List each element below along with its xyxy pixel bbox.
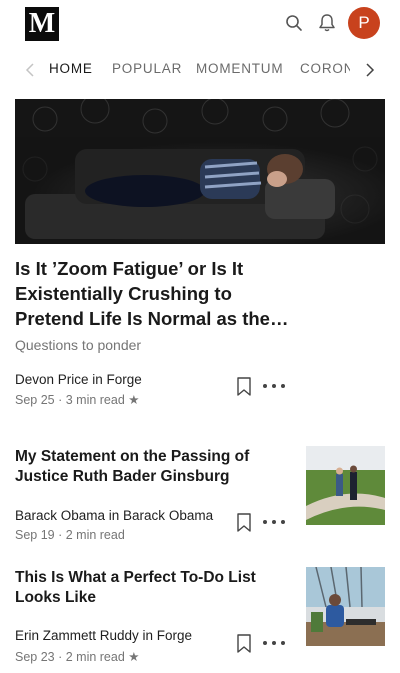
more-options-icon[interactable] (263, 382, 285, 390)
avatar[interactable]: P (348, 7, 380, 39)
featured-title[interactable]: Is It ’Zoom Fatigue’ or Is It Existentia… (15, 256, 305, 331)
post-meta: Sep 23 · 2 min read ★ (15, 650, 140, 664)
featured-meta: Sep 25 · 3 min read ★ (15, 393, 140, 407)
more-options-icon[interactable] (263, 518, 285, 526)
bookmark-icon[interactable] (236, 513, 252, 533)
post-title[interactable]: My Statement on the Passing of Justice R… (15, 447, 275, 487)
top-bar: M P (0, 0, 400, 48)
featured-author[interactable]: Devon Price in Forge (15, 372, 142, 387)
more-options-icon[interactable] (263, 639, 285, 647)
post-author[interactable]: Barack Obama in Barack Obama (15, 508, 213, 523)
bell-icon[interactable] (316, 12, 338, 34)
post-thumbnail[interactable] (306, 567, 385, 646)
topic-tabs: HOME POPULAR MOMENTUM CORONAVIRUS (0, 56, 400, 84)
tab-home[interactable]: HOME (49, 61, 93, 76)
search-icon[interactable] (283, 12, 305, 34)
tab-coronavirus[interactable]: CORONAVIRUS (300, 61, 350, 76)
featured-image[interactable] (15, 99, 385, 244)
medium-logo[interactable]: M (25, 7, 59, 41)
bookmark-icon[interactable] (236, 634, 252, 654)
chevron-left-icon[interactable] (20, 58, 40, 82)
featured-subtitle: Questions to ponder (15, 337, 142, 353)
tab-popular[interactable]: POPULAR (112, 61, 182, 76)
bookmark-icon[interactable] (236, 377, 252, 397)
post-meta: Sep 19 · 2 min read (15, 528, 125, 542)
post-title[interactable]: This Is What a Perfect To-Do List Looks … (15, 568, 275, 608)
post-thumbnail[interactable] (306, 446, 385, 525)
tab-momentum[interactable]: MOMENTUM (196, 61, 283, 76)
post-author[interactable]: Erin Zammett Ruddy in Forge (15, 628, 192, 643)
chevron-right-icon[interactable] (360, 58, 380, 82)
